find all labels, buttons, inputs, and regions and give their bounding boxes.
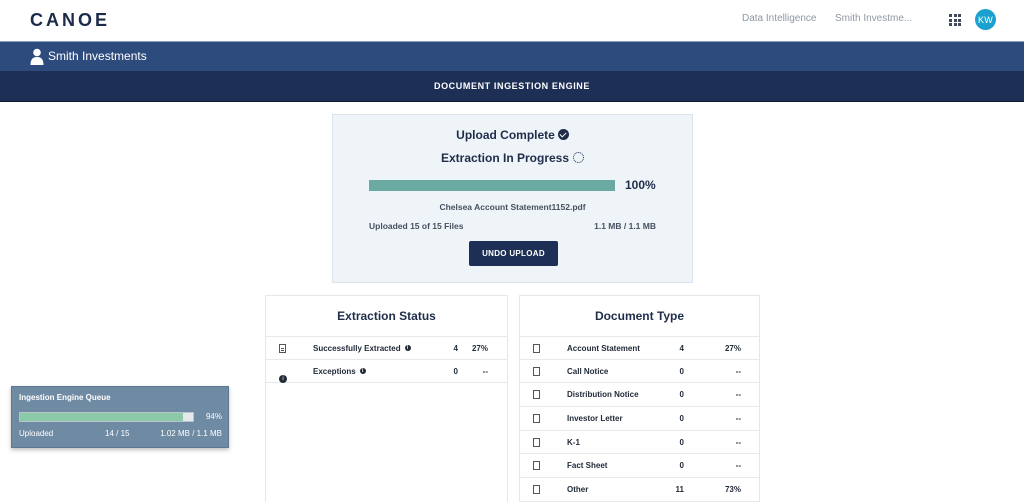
doctype-row-label: Distribution Notice xyxy=(567,390,639,400)
top-bar: CANOE Data Intelligence Smith Investme..… xyxy=(0,0,1024,41)
status-row-success[interactable]: Successfully Extracted i 4 27% xyxy=(266,336,507,360)
queue-progress-percent: 94% xyxy=(205,412,222,421)
undo-upload-button[interactable]: UNDO UPLOAD xyxy=(469,241,558,266)
current-file-name: Chelsea Account Statement1152.pdf xyxy=(439,202,586,212)
user-avatar[interactable]: KW xyxy=(975,9,996,30)
spinner-icon xyxy=(573,152,585,163)
doctype-row-percent: 27% xyxy=(724,344,741,353)
doctype-row-label: Other xyxy=(567,485,589,495)
canoe-logo[interactable]: CANOE xyxy=(30,10,110,31)
document-type-list: Account Statement 4 27% Call Notice 0 --… xyxy=(520,336,759,502)
doctype-row-label: Call Notice xyxy=(567,366,609,376)
status-row-count: 0 xyxy=(453,366,458,376)
nav-link-data-intelligence[interactable]: Data Intelligence xyxy=(742,13,817,24)
doctype-row-count: 0 xyxy=(679,390,684,400)
upload-progress-fill xyxy=(369,180,615,191)
document-icon xyxy=(533,461,540,471)
status-row-percent: -- xyxy=(482,366,488,376)
doctype-row[interactable]: Other 11 73% xyxy=(520,478,759,502)
upload-status-text: Upload Complete xyxy=(456,128,555,142)
document-icon xyxy=(533,390,540,400)
nav-link-client-switcher[interactable]: Smith Investme... xyxy=(835,13,912,24)
status-row-label: Successfully Extracted i xyxy=(313,344,411,353)
upload-size: 1.1 MB / 1.1 MB xyxy=(594,221,656,231)
extraction-status-panel: Extraction Status Successfully Extracted… xyxy=(265,295,508,502)
doctype-row[interactable]: Fact Sheet 0 -- xyxy=(520,454,759,479)
upload-status: Upload Complete xyxy=(333,128,692,142)
doctype-row[interactable]: Account Statement 4 27% xyxy=(520,336,759,360)
status-row-exceptions[interactable]: i Exceptions i 0 -- xyxy=(266,360,507,384)
doctype-row-label: K-1 xyxy=(567,437,580,447)
doctype-row-percent: -- xyxy=(735,437,741,447)
doctype-row[interactable]: Distribution Notice 0 -- xyxy=(520,383,759,408)
doctype-row-percent: -- xyxy=(735,414,741,424)
document-icon xyxy=(533,414,540,424)
document-type-title: Document Type xyxy=(594,309,685,323)
status-row-percent: 27% xyxy=(471,344,488,353)
doctype-row[interactable]: K-1 0 -- xyxy=(520,431,759,455)
extraction-status-text: Extraction In Progress xyxy=(440,151,570,165)
status-row-label: Exceptions i xyxy=(313,367,366,376)
queue-status: Uploaded xyxy=(19,429,54,438)
doctype-row-label: Investor Letter xyxy=(567,414,623,424)
grid-icon[interactable] xyxy=(949,14,961,26)
page-title: DOCUMENT INGESTION ENGINE xyxy=(433,81,590,91)
doctype-row-count: 0 xyxy=(679,414,684,424)
upload-status-card: Upload Complete Extraction In Progress 1… xyxy=(332,114,693,283)
info-icon: i xyxy=(279,367,287,385)
doctype-row-count: 4 xyxy=(679,344,684,353)
info-icon[interactable]: i xyxy=(359,367,366,374)
doctype-row-count: 11 xyxy=(675,485,684,495)
doctype-row[interactable]: Investor Letter 0 -- xyxy=(520,407,759,431)
doctype-row-percent: -- xyxy=(735,461,741,471)
queue-progress-fill xyxy=(20,413,183,421)
doctype-row-label: Fact Sheet xyxy=(567,461,608,471)
doctype-row-percent: 73% xyxy=(724,485,741,495)
info-icon[interactable]: i xyxy=(404,345,411,351)
document-icon xyxy=(533,366,540,376)
document-icon xyxy=(533,485,540,495)
queue-title: Ingestion Engine Queue xyxy=(19,393,111,402)
ingestion-queue-widget[interactable]: Ingestion Engine Queue 94% Uploaded 14 /… xyxy=(11,386,229,448)
extraction-status-title: Extraction Status xyxy=(337,309,436,323)
document-icon xyxy=(533,437,540,447)
queue-size: 1.02 MB / 1.1 MB xyxy=(160,429,222,438)
doctype-row-count: 0 xyxy=(679,366,684,376)
doctype-row-count: 0 xyxy=(679,437,684,447)
page-title-bar: DOCUMENT INGESTION ENGINE xyxy=(0,71,1024,102)
doctype-row[interactable]: Call Notice 0 -- xyxy=(520,360,759,384)
doctype-row-percent: -- xyxy=(735,366,741,376)
document-type-panel: Document Type Account Statement 4 27% Ca… xyxy=(519,295,760,502)
extraction-status-line: Extraction In Progress xyxy=(333,151,692,165)
document-icon xyxy=(533,344,540,353)
queue-progress-bar xyxy=(19,412,194,422)
doctype-row-label: Account Statement xyxy=(567,344,640,353)
upload-progress-bar xyxy=(369,180,615,191)
client-name[interactable]: Smith Investments xyxy=(48,49,147,63)
client-bar: Smith Investments xyxy=(0,41,1024,71)
check-circle-icon xyxy=(557,129,569,140)
files-uploaded-count: Uploaded 15 of 15 Files xyxy=(369,221,464,231)
status-row-count: 4 xyxy=(453,344,458,353)
doctype-row-percent: -- xyxy=(735,390,741,400)
person-icon xyxy=(30,48,44,65)
extraction-status-list: Successfully Extracted i 4 27% i Exceptio… xyxy=(266,336,507,384)
queue-file-count: 14 / 15 xyxy=(105,429,130,438)
upload-progress-percent: 100% xyxy=(625,178,656,192)
document-icon xyxy=(279,344,286,353)
doctype-row-count: 0 xyxy=(679,461,684,471)
